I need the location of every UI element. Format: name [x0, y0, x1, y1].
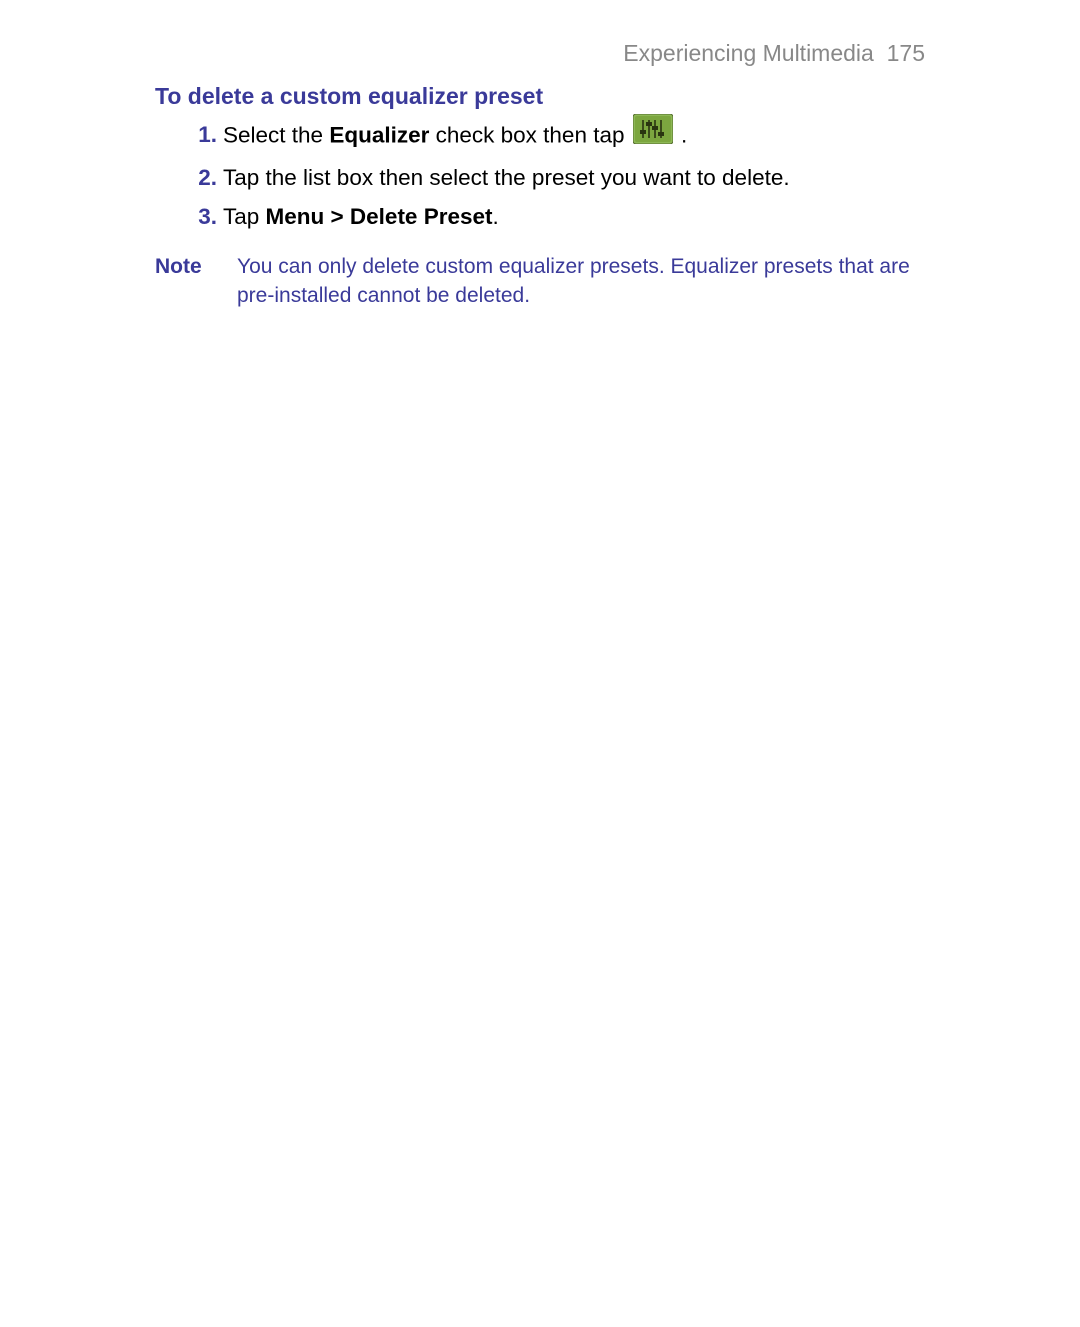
step-number: 1. [185, 116, 217, 157]
step-number: 2. [185, 159, 217, 196]
step-text: Tap the list box then select the preset … [223, 159, 925, 196]
equalizer-icon [633, 114, 673, 155]
step-text: Tap Menu > Delete Preset. [223, 198, 925, 235]
step-3: 3. Tap Menu > Delete Preset. [185, 198, 925, 235]
section-heading: To delete a custom equalizer preset [155, 83, 925, 110]
chapter-title: Experiencing Multimedia [623, 40, 874, 66]
page-number: 175 [887, 40, 925, 66]
note-block: Note You can only delete custom equalize… [155, 253, 925, 310]
page-header: Experiencing Multimedia 175 [155, 40, 925, 67]
step-2: 2. Tap the list box then select the pres… [185, 159, 925, 196]
step-text: Select the Equalizer check box then tap … [223, 116, 925, 157]
note-label: Note [155, 253, 237, 310]
step-number: 3. [185, 198, 217, 235]
steps-list: 1. Select the Equalizer check box then t… [155, 116, 925, 235]
note-text: You can only delete custom equalizer pre… [237, 253, 925, 310]
step-1: 1. Select the Equalizer check box then t… [185, 116, 925, 157]
